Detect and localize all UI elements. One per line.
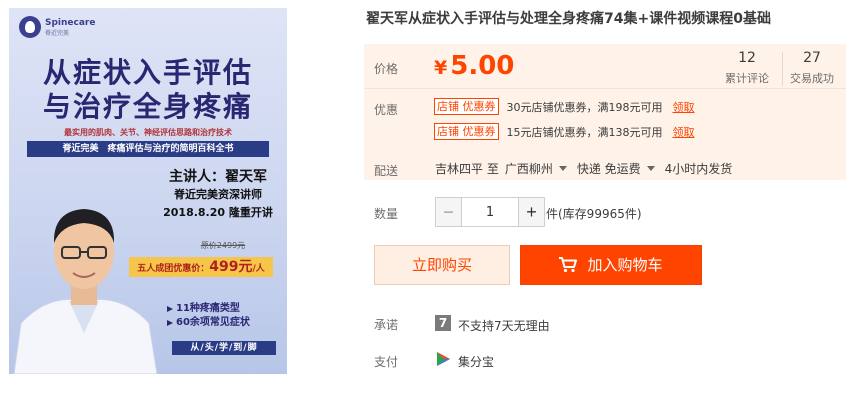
group-price-prefix: 五人成团优惠价： [137, 264, 210, 274]
poster-subtitle: 最实用的肌肉、关节、神经评估思路和治疗技术 [64, 128, 232, 137]
coupon-text: 15元店铺优惠券，满138元可用 [506, 125, 663, 139]
group-price-value: 499元 [209, 259, 253, 275]
price-value: ¥5.00 [434, 51, 514, 81]
spinecare-logo-icon [19, 16, 41, 38]
panel-divider [364, 88, 846, 89]
shipping-label: 配送 [374, 164, 399, 178]
shipping-row: 吉林四平 至 广西柳州 快递 免运费 4小时内发货 [435, 160, 732, 177]
price-label: 价格 [374, 62, 399, 76]
quantity-stepper: − + [435, 197, 545, 227]
stock-info: 件(库存99965件) [546, 207, 642, 221]
sales-stat[interactable]: 27 交易成功 [784, 50, 840, 86]
poster-title-line1: 从症状入手评估 [42, 56, 253, 89]
buy-now-button[interactable]: 立即购买 [374, 245, 510, 285]
coupon-text: 30元店铺优惠券，满198元可用 [506, 100, 663, 114]
poster-title-line2: 与治疗全身疼痛 [42, 90, 253, 123]
chevron-down-icon[interactable] [558, 166, 567, 171]
coupon-row: 店铺 优惠券 15元店铺优惠券，满138元可用 领取 [434, 123, 695, 140]
brand-logo: Spinecare 脊近完美 [19, 16, 95, 38]
stat-divider [782, 52, 783, 86]
ship-time: 4小时内发货 [664, 162, 733, 176]
feature-item: 11种疼痛类型 [166, 302, 278, 316]
promise-label: 承诺 [374, 318, 399, 332]
claim-coupon-link[interactable]: 领取 [673, 124, 695, 140]
poster-title: 从症状入手评估 与治疗全身疼痛 [31, 56, 265, 124]
sales-count: 27 [803, 50, 821, 66]
product-image[interactable]: Spinecare 脊近完美 从症状入手评估 与治疗全身疼痛 最实用的肌肉、关节… [9, 8, 287, 374]
feature-list: 11种疼痛类型 60余项常见症状 [166, 302, 278, 330]
course-date: 2018.8.20 隆重开讲 [163, 206, 273, 219]
brand-subname: 脊近完美 [45, 29, 70, 37]
group-price-badge: 五人成团优惠价：499元/人 [129, 257, 273, 277]
claim-coupon-link[interactable]: 领取 [673, 99, 695, 115]
increase-quantity-button[interactable]: + [518, 198, 544, 226]
add-to-cart-label: 加入购物车 [587, 256, 663, 274]
reviews-stat[interactable]: 12 累计评论 [716, 50, 778, 86]
quantity-label: 数量 [374, 207, 399, 221]
price-amount: 5.00 [450, 51, 515, 81]
promise-text[interactable]: 不支持7天无理由 [458, 317, 550, 334]
poster-band: 脊近完美 疼痛评估与治疗的简明百科全书 [27, 141, 269, 157]
original-price: 原价2499元 [200, 241, 246, 250]
brand-name: Spinecare [45, 17, 96, 28]
chevron-down-icon[interactable] [646, 166, 655, 171]
speaker-name: 主讲人：翟天军 [169, 169, 267, 185]
payment-label: 支付 [374, 355, 399, 369]
jifenbao-icon [437, 352, 450, 366]
ship-from: 吉林四平 至 [435, 162, 499, 176]
quantity-input[interactable] [462, 198, 518, 226]
group-price-unit: /人 [252, 264, 265, 274]
coupon-tag: 店铺 优惠券 [434, 98, 499, 115]
product-title: 翟天军从症状入手评估与处理全身疼痛74集+课件视频课程0基础 [366, 11, 771, 27]
coupon-tag: 店铺 优惠券 [434, 123, 499, 140]
currency-symbol: ¥ [434, 57, 448, 79]
sales-label: 交易成功 [790, 72, 834, 85]
coupon-row: 店铺 优惠券 30元店铺优惠券，满198元可用 领取 [434, 98, 695, 115]
seven-day-return-icon: 7 [435, 315, 451, 331]
cart-icon [559, 257, 578, 273]
payment-method[interactable]: 集分宝 [458, 353, 494, 370]
feature-item: 60余项常见症状 [166, 316, 278, 330]
decrease-quantity-button[interactable]: − [436, 198, 462, 226]
promo-label: 优惠 [374, 103, 399, 117]
speaker-role: 脊近完美资深讲师 [174, 188, 262, 201]
reviews-count: 12 [738, 50, 756, 66]
ship-method-select[interactable]: 快递 免运费 [577, 160, 641, 177]
add-to-cart-button[interactable]: 加入购物车 [520, 245, 702, 285]
feature-strip: 从/头/学/到/脚 [172, 341, 276, 355]
ship-to-select[interactable]: 广西柳州 [505, 160, 553, 177]
reviews-label: 累计评论 [725, 72, 769, 85]
